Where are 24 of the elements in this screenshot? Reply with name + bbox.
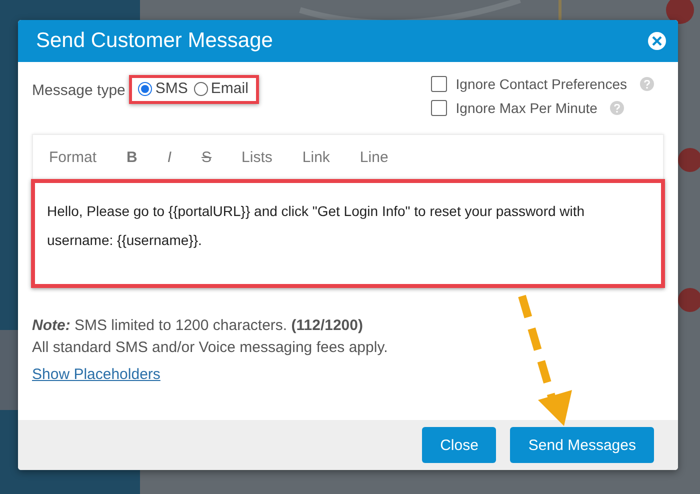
checkbox[interactable] <box>430 100 447 116</box>
toolbar-button[interactable]: I <box>159 148 180 166</box>
toolbar-button[interactable]: Link <box>294 148 338 166</box>
toolbar-button[interactable]: B <box>118 148 146 166</box>
toolbar-button[interactable]: S <box>194 148 220 166</box>
checkbox-label: Ignore Max Per Minute <box>456 100 598 116</box>
dialog-title: Send Customer Message <box>36 29 273 53</box>
radio-option[interactable]: SMS <box>138 80 188 97</box>
show-placeholders-link[interactable]: Show Placeholders <box>32 366 160 383</box>
message-field[interactable]: Hello, Please go to {{portalURL}} and click "Get Login Info" to reset your password with username: {{username}}. <box>31 179 665 288</box>
send-messages-button[interactable]: Send Messages <box>510 427 654 463</box>
checkbox[interactable] <box>430 76 447 92</box>
toolbar-button[interactable]: Line <box>352 148 396 166</box>
close-button[interactable]: Close <box>422 427 496 463</box>
radio-icon[interactable] <box>138 82 152 96</box>
fees-text: All standard SMS and/or Voice messaging fees apply. <box>32 338 389 358</box>
radio-icon[interactable] <box>194 82 208 96</box>
checkbox-label: Ignore Contact Preferences <box>456 76 627 92</box>
note-text: Note: SMS limited to 1200 characters. (112/1200) <box>32 316 364 336</box>
toolbar-button[interactable]: Format <box>41 148 105 166</box>
close-icon[interactable] <box>648 32 666 50</box>
toolbar-button[interactable]: Lists <box>234 148 280 166</box>
radio-option[interactable]: Email <box>194 80 248 97</box>
message-type-label: Message type <box>32 81 126 99</box>
